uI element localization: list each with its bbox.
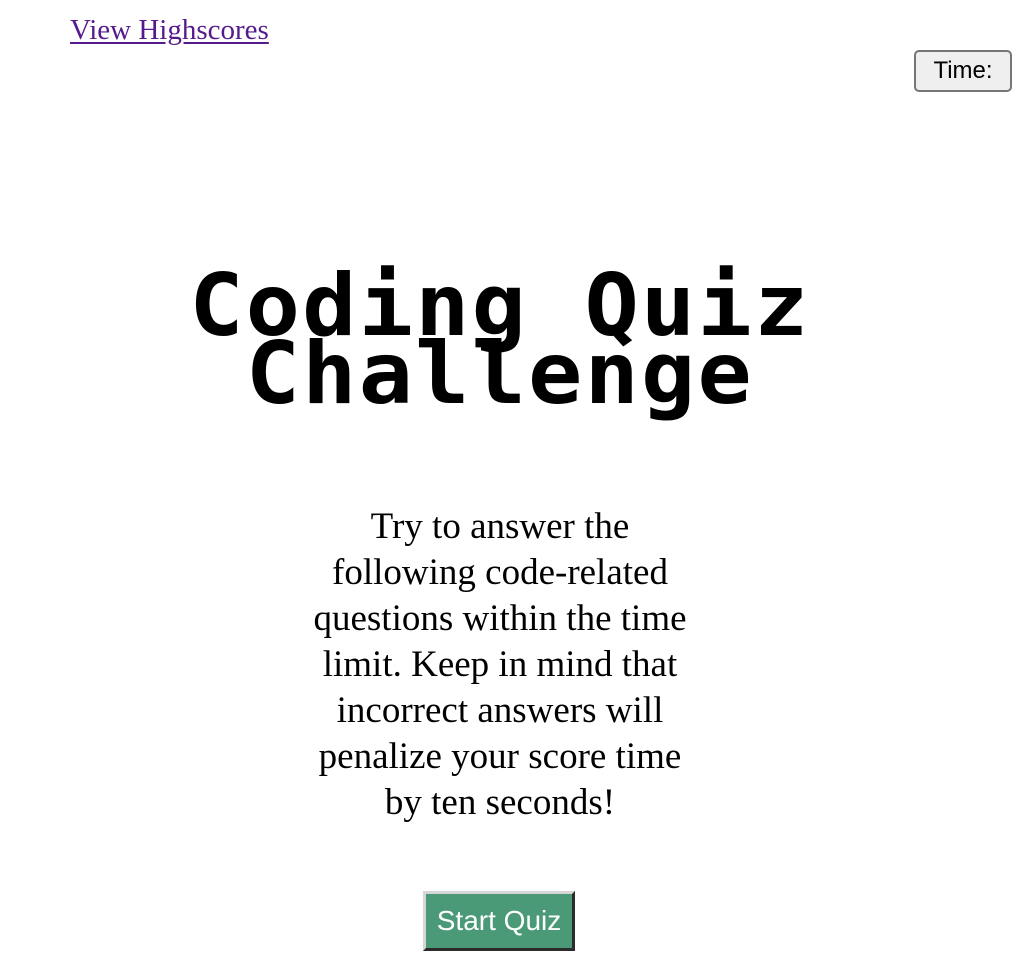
page-title-line-2: Challenge <box>245 324 755 424</box>
page-title: Coding Quiz Challenge <box>189 263 810 424</box>
start-quiz-button[interactable]: Start Quiz <box>423 891 575 951</box>
title-container: Coding Quiz Challenge <box>0 263 1000 424</box>
view-highscores-link[interactable]: View Highscores <box>70 12 269 48</box>
quiz-instructions: Try to answer the following code-related… <box>313 506 687 823</box>
timer-button[interactable]: Time: <box>914 50 1012 92</box>
